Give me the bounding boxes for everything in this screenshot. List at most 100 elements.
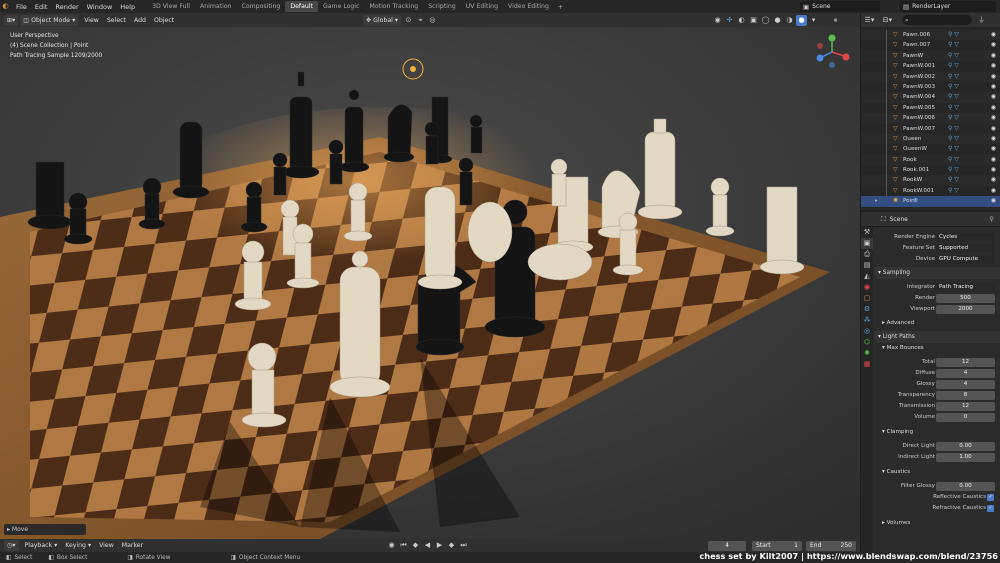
- eye-icon[interactable]: ◉: [991, 134, 996, 144]
- tab-video-editing[interactable]: Video Editing: [503, 1, 554, 12]
- render-tab-icon[interactable]: ▣: [861, 238, 873, 249]
- record-icon[interactable]: ◉: [386, 540, 397, 551]
- advanced-subsection[interactable]: ▸ Advanced: [874, 318, 1000, 329]
- eye-icon[interactable]: ◉: [991, 175, 996, 185]
- outliner-item[interactable]: ▽ PawnW.003 ⚲ ▽ ◉: [861, 81, 1000, 93]
- proportional-edit-icon[interactable]: ◎: [427, 15, 438, 26]
- outliner-search-input[interactable]: ⌕: [902, 15, 972, 25]
- menu-help[interactable]: Help: [116, 3, 139, 11]
- object-tab-icon[interactable]: ▢: [861, 293, 873, 304]
- refractive-caustics-checkbox[interactable]: ✓: [987, 505, 994, 512]
- scene-selector[interactable]: ▣ Scene: [800, 1, 880, 12]
- outliner-item[interactable]: ▽ Rook.001 ⚲ ▽ ◉: [861, 165, 1000, 176]
- pivot-icon[interactable]: ⊙: [403, 15, 414, 26]
- total-bounces-field[interactable]: 12: [936, 358, 995, 367]
- gizmo-icon[interactable]: ✢: [724, 15, 735, 26]
- mode-dropdown[interactable]: ◫ Object Mode ▾: [20, 14, 79, 26]
- viewport-menu-add[interactable]: Add: [130, 17, 150, 24]
- light-paths-section-header[interactable]: ▾ Light Paths: [874, 331, 1000, 343]
- next-keyframe-icon[interactable]: ◆: [446, 540, 457, 551]
- world-tab-icon[interactable]: ◉: [861, 282, 873, 293]
- outliner-item[interactable]: ▽ PawnW.001 ⚲ ▽ ◉: [861, 61, 1000, 72]
- menu-render[interactable]: Render: [51, 3, 82, 11]
- output-tab-icon[interactable]: ⎙: [861, 249, 873, 260]
- glossy-bounces-field[interactable]: 4: [936, 380, 995, 389]
- start-frame-field[interactable]: Start 1: [752, 540, 802, 551]
- eye-icon[interactable]: ◉: [991, 144, 996, 154]
- end-frame-field[interactable]: End 250: [806, 540, 856, 551]
- integrator-dropdown[interactable]: Path Tracing: [936, 283, 995, 292]
- tab-uv-editing[interactable]: UV Editing: [461, 1, 503, 12]
- overlay-icon[interactable]: ◐: [736, 15, 747, 26]
- physics-tab-icon[interactable]: ◎: [861, 326, 873, 337]
- jump-end-icon[interactable]: ⏭: [458, 540, 469, 551]
- texture-tab-icon[interactable]: ▦: [861, 359, 873, 370]
- shading-options-icon[interactable]: ▾: [808, 15, 819, 26]
- pin-icon[interactable]: ⚲: [989, 215, 994, 223]
- viewport-menu-select[interactable]: Select: [103, 17, 130, 24]
- tab-motion-tracking[interactable]: Motion Tracking: [365, 1, 424, 12]
- xray-icon[interactable]: ▣: [748, 15, 759, 26]
- volumes-subsection[interactable]: ▸ Volumes: [874, 518, 1000, 529]
- volume-bounces-field[interactable]: 0: [936, 413, 995, 422]
- tab-scripting[interactable]: Scripting: [423, 1, 461, 12]
- expand-icon[interactable]: ▸: [875, 196, 878, 206]
- timeline-menu-marker[interactable]: Marker: [118, 542, 147, 549]
- eye-icon[interactable]: ◉: [991, 51, 996, 61]
- constraints-tab-icon[interactable]: ⌬: [861, 337, 873, 348]
- display-mode-icon[interactable]: ⊟▾: [882, 15, 893, 26]
- outliner-item[interactable]: ▽ QueenW ⚲ ▽ ◉: [861, 144, 1000, 155]
- menu-window[interactable]: Window: [83, 3, 117, 11]
- outliner-item[interactable]: ▽ Pawn.006 ⚲ ▽ ◉: [861, 30, 1000, 41]
- rendered-shading-icon[interactable]: ●: [796, 14, 807, 26]
- 3d-viewport[interactable]: User Perspective (4) Scene Collection | …: [0, 27, 860, 539]
- outliner-item[interactable]: ▽ PawnW ⚲ ▽ ◉: [861, 50, 1000, 62]
- diffuse-bounces-field[interactable]: 4: [936, 369, 995, 378]
- modifier-tab-icon[interactable]: ⚙: [861, 304, 873, 315]
- timeline-editor-icon[interactable]: ◷▾: [4, 540, 19, 551]
- outliner-item[interactable]: ▽ RookW ⚲ ▽ ◉: [861, 175, 1000, 186]
- direct-light-field[interactable]: 0.00: [936, 442, 995, 451]
- eye-icon[interactable]: ◉: [991, 40, 996, 50]
- outliner-item[interactable]: ▽ Queen ⚲ ▽ ◉: [861, 133, 1000, 145]
- timeline-menu-keying[interactable]: Keying ▾: [61, 542, 95, 549]
- view-layer-tab-icon[interactable]: ▤: [861, 260, 873, 271]
- data-tab-icon[interactable]: ✺: [861, 348, 873, 359]
- tab-compositing[interactable]: Compositing: [237, 1, 286, 12]
- render-samples-field[interactable]: 500: [936, 294, 995, 303]
- outliner-item[interactable]: ▽ RookW.001 ⚲ ▽ ◉: [861, 185, 1000, 197]
- outliner-editor-icon[interactable]: ☰▾: [864, 15, 875, 26]
- eye-icon[interactable]: ◉: [991, 61, 996, 71]
- tab-default[interactable]: Default: [285, 1, 318, 12]
- editor-type-button[interactable]: ⊞▾: [4, 14, 19, 26]
- tool-tab-icon[interactable]: ⚒: [861, 227, 873, 238]
- transparency-bounces-field[interactable]: 8: [936, 391, 995, 400]
- eye-icon[interactable]: ◉: [991, 30, 996, 40]
- eye-icon[interactable]: ◉: [991, 186, 996, 196]
- outliner-item[interactable]: ▽ PawnW.002 ⚲ ▽ ◉: [861, 71, 1000, 82]
- snap-icon[interactable]: ⌖: [415, 15, 426, 26]
- pause-render-icon[interactable]: ⏸: [830, 15, 841, 26]
- eye-icon[interactable]: ◉: [991, 155, 996, 165]
- viewport-menu-object[interactable]: Object: [150, 17, 178, 24]
- caustics-subsection[interactable]: ▾ Caustics: [874, 467, 1000, 478]
- add-workspace-button[interactable]: +: [554, 3, 567, 11]
- feature-set-dropdown[interactable]: Supported: [936, 244, 995, 253]
- max-bounces-subsection[interactable]: ▾ Max Bounces: [874, 343, 1000, 354]
- blender-logo-icon[interactable]: ◐: [0, 1, 11, 12]
- particles-tab-icon[interactable]: ⁂: [861, 315, 873, 326]
- jump-start-icon[interactable]: ⏮: [398, 540, 409, 551]
- play-reverse-icon[interactable]: ◀: [422, 540, 433, 551]
- outliner-item[interactable]: ▽ Pawn.007 ⚲ ▽ ◉: [861, 40, 1000, 51]
- tab-game-logic[interactable]: Game Logic: [318, 1, 365, 12]
- sampling-section-header[interactable]: ▾ Sampling: [874, 267, 1000, 279]
- eye-icon[interactable]: ◉: [991, 72, 996, 82]
- play-icon[interactable]: ▶: [434, 540, 445, 551]
- orientation-dropdown[interactable]: ✥ Global ▾: [363, 14, 401, 26]
- eye-icon[interactable]: ◉: [991, 82, 996, 92]
- viewport-samples-field[interactable]: 2000: [936, 305, 995, 314]
- viewport-menu-view[interactable]: View: [80, 17, 103, 24]
- prev-keyframe-icon[interactable]: ◆: [410, 540, 421, 551]
- outliner-item[interactable]: ▽ PawnW.005 ⚲ ▽ ◉: [861, 102, 1000, 114]
- eye-icon[interactable]: ◉: [991, 165, 996, 175]
